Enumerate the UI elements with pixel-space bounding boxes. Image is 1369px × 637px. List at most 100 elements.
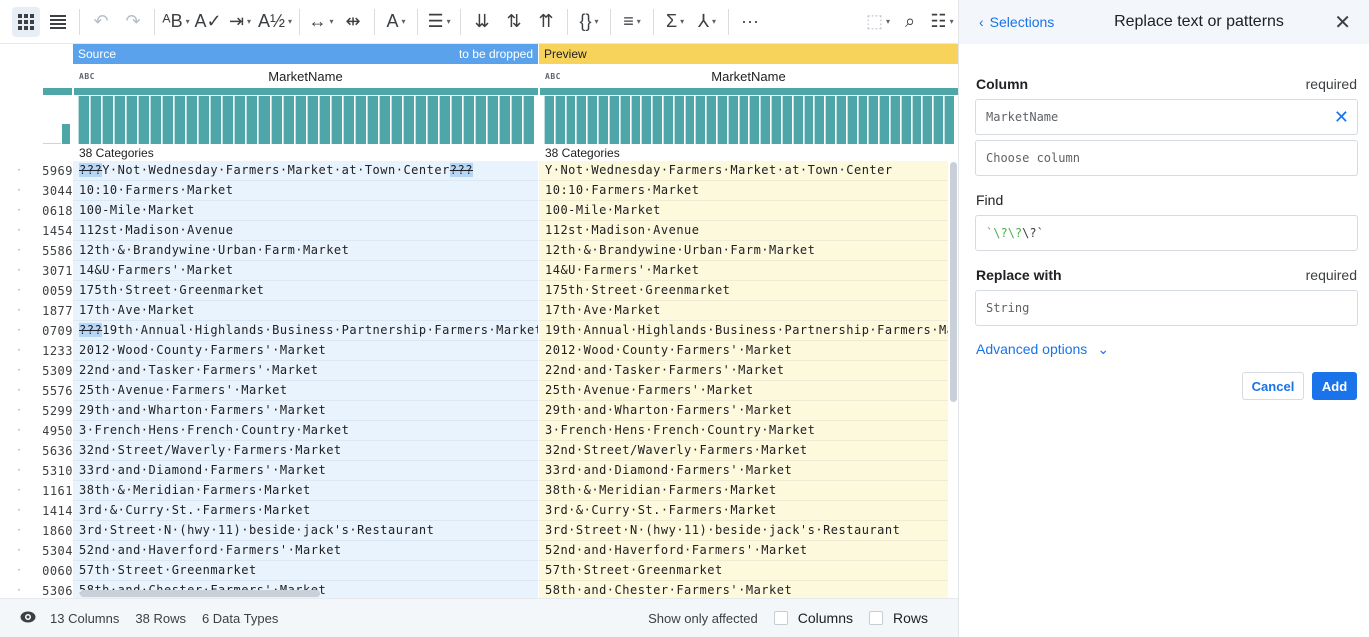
- preview-column-header[interactable]: ABC MarketName: [539, 64, 958, 88]
- preview-cell[interactable]: 22nd·and·Tasker·Farmers'·Market: [539, 361, 948, 381]
- preview-quality-bar[interactable]: [540, 88, 958, 95]
- histogram-bar[interactable]: [186, 96, 198, 144]
- histogram-bar[interactable]: [544, 96, 554, 144]
- more-icon[interactable]: ···: [736, 7, 764, 37]
- histogram-bar[interactable]: [511, 96, 523, 144]
- preview-cell[interactable]: 19th·Annual·Highlands·Business·Partnersh…: [539, 321, 948, 341]
- horizontal-scrollbar[interactable]: [80, 590, 320, 597]
- choose-column-input[interactable]: Choose column: [975, 140, 1358, 176]
- merge-columns-icon[interactable]: ⇹: [339, 7, 367, 37]
- histogram-bar[interactable]: [944, 96, 954, 144]
- move-column-icon[interactable]: ⇥ ▾: [226, 7, 254, 37]
- search-transform-icon[interactable]: ⌕: [896, 7, 924, 37]
- preview-cell[interactable]: 3·French·Hens·French·Country·Market: [539, 421, 948, 441]
- histogram-bar[interactable]: [641, 96, 652, 144]
- histogram-bar[interactable]: [608, 96, 619, 144]
- find-input[interactable]: `\?\?\?`: [975, 215, 1358, 251]
- source-histogram[interactable]: [74, 96, 538, 144]
- source-quality-bar[interactable]: [74, 88, 538, 95]
- histogram-bar[interactable]: [890, 96, 900, 144]
- histogram-bar[interactable]: [684, 96, 695, 144]
- preview-cell[interactable]: 52nd·and·Haverford·Farmers'·Market: [539, 541, 948, 561]
- histogram-bar[interactable]: [150, 96, 162, 144]
- histogram-bar[interactable]: [523, 96, 535, 144]
- histogram-bar[interactable]: [727, 96, 738, 144]
- histogram-bar[interactable]: [835, 96, 846, 144]
- histogram-bar[interactable]: [378, 96, 390, 144]
- row-id-cell[interactable]: 5309: [43, 361, 73, 381]
- source-cell[interactable]: 57th·Street·Greenmarket: [73, 561, 538, 581]
- row-id-cell[interactable]: 5969: [43, 161, 73, 181]
- row-id-cell[interactable]: 3044: [43, 181, 73, 201]
- histogram-bar[interactable]: [565, 96, 576, 144]
- rows-checkbox[interactable]: [868, 611, 883, 625]
- histogram-bar[interactable]: [554, 96, 565, 144]
- format-text-icon[interactable]: A ▾: [382, 7, 410, 37]
- histogram-bar[interactable]: [162, 96, 174, 144]
- histogram-bar[interactable]: [673, 96, 684, 144]
- preview-cell[interactable]: 12th·&·Brandywine·Urban·Farm·Market: [539, 241, 948, 261]
- validate-icon[interactable]: A✓: [194, 7, 222, 37]
- source-cell[interactable]: 100-Mile·Market: [73, 201, 538, 221]
- histogram-bar[interactable]: [342, 96, 354, 144]
- source-cell[interactable]: 3rd·&·Curry·St.·Farmers·Market: [73, 501, 538, 521]
- source-cell[interactable]: 25th·Avenue·Farmers'·Market: [73, 381, 538, 401]
- preview-cell[interactable]: 57th·Street·Greenmarket: [539, 561, 948, 581]
- preview-cell[interactable]: 25th·Avenue·Farmers'·Market: [539, 381, 948, 401]
- histogram-bar[interactable]: [825, 96, 835, 144]
- sort-icon[interactable]: A½ ▾: [258, 7, 292, 37]
- histogram-bar[interactable]: [749, 96, 760, 144]
- source-cell[interactable]: 33rd·and·Diamond·Farmers'·Market: [73, 461, 538, 481]
- histogram-bar[interactable]: [933, 96, 944, 144]
- undo-icon[interactable]: ↶: [87, 7, 115, 37]
- histogram-bar[interactable]: [102, 96, 114, 144]
- histogram-bar[interactable]: [717, 96, 727, 144]
- histogram-bar[interactable]: [78, 96, 90, 144]
- histogram-bar[interactable]: [738, 96, 749, 144]
- join-icon[interactable]: ⅄ ▾: [693, 7, 721, 37]
- histogram-bar[interactable]: [846, 96, 857, 144]
- preview-cell[interactable]: Y·Not·Wednesday·Farmers·Market·at·Town·C…: [539, 161, 948, 181]
- unnest-icon[interactable]: ⇊: [468, 7, 496, 37]
- source-cell[interactable]: 10:10·Farmers·Market: [73, 181, 538, 201]
- source-cell[interactable]: 32nd·Street/Waverly·Farmers·Market: [73, 441, 538, 461]
- row-id-cell[interactable]: 5636: [43, 441, 73, 461]
- structure-icon[interactable]: {} ▾: [575, 7, 603, 37]
- histogram-bar[interactable]: [174, 96, 186, 144]
- histogram-bar[interactable]: [803, 96, 814, 144]
- row-id-cell[interactable]: 5310: [43, 461, 73, 481]
- preview-cell[interactable]: 33rd·and·Diamond·Farmers'·Market: [539, 461, 948, 481]
- histogram-bar[interactable]: [487, 96, 499, 144]
- source-cell[interactable]: 52nd·and·Haverford·Farmers'·Market: [73, 541, 538, 561]
- row-id-cell[interactable]: 1860: [43, 521, 73, 541]
- histogram-bar[interactable]: [652, 96, 662, 144]
- source-cell[interactable]: 29th·and·Wharton·Farmers'·Market: [73, 401, 538, 421]
- histogram-bar[interactable]: [438, 96, 450, 144]
- grid-view-icon[interactable]: [12, 6, 40, 37]
- histogram-bar[interactable]: [879, 96, 889, 144]
- row-id-cell[interactable]: 1414: [43, 501, 73, 521]
- list-view-icon[interactable]: [44, 7, 72, 37]
- histogram-bar[interactable]: [282, 96, 294, 144]
- row-id-cell[interactable]: 5304: [43, 541, 73, 561]
- preview-cell[interactable]: 175th·Street·Greenmarket: [539, 281, 948, 301]
- histogram-bar[interactable]: [695, 96, 706, 144]
- close-icon[interactable]: ✕: [1334, 10, 1351, 35]
- source-cell[interactable]: 2012·Wood·County·Farmers'·Market: [73, 341, 538, 361]
- row-id-cell[interactable]: 4950: [43, 421, 73, 441]
- row-id-cell[interactable]: 1877: [43, 301, 73, 321]
- row-id-cell[interactable]: 5299: [43, 401, 73, 421]
- histogram-bar[interactable]: [114, 96, 126, 144]
- histogram-bar[interactable]: [126, 96, 138, 144]
- row-id-cell[interactable]: 0059: [43, 281, 73, 301]
- histogram-bar[interactable]: [814, 96, 825, 144]
- string-type-icon[interactable]: ABC: [79, 72, 95, 81]
- histogram-bar[interactable]: [450, 96, 462, 144]
- preview-cell[interactable]: 2012·Wood·County·Farmers'·Market: [539, 341, 948, 361]
- histogram-bar[interactable]: [270, 96, 282, 144]
- column-field[interactable]: MarketName ✕: [975, 99, 1358, 135]
- histogram-bar[interactable]: [499, 96, 511, 144]
- histogram-bar[interactable]: [426, 96, 438, 144]
- redo-icon[interactable]: ↷: [119, 7, 147, 37]
- aggregate-icon[interactable]: Σ ▾: [661, 7, 689, 37]
